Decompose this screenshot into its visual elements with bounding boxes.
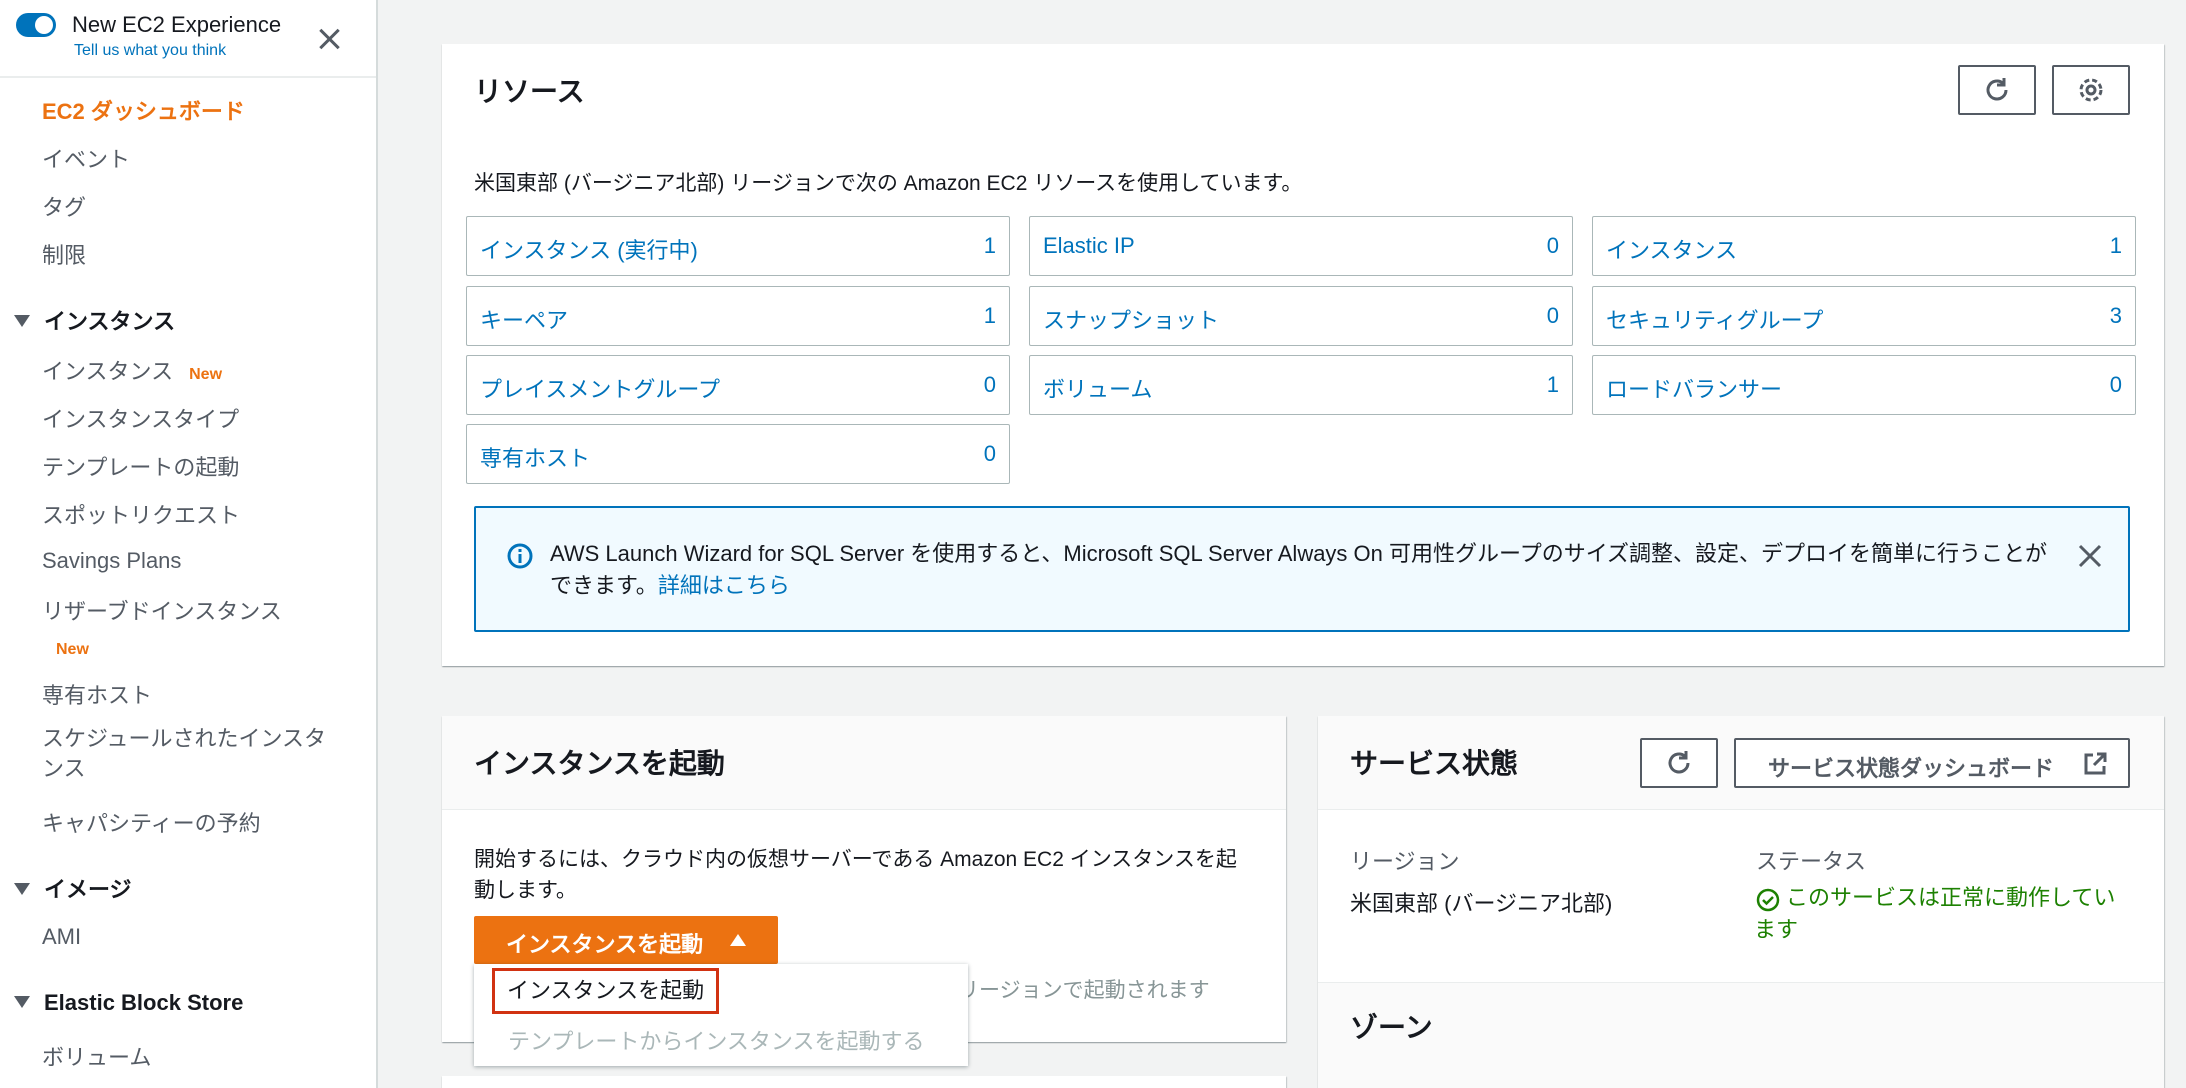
resource-count[interactable]: 0 [2110, 372, 2122, 398]
sidebar-item-ami[interactable]: AMI [42, 924, 81, 950]
resource-count[interactable]: 0 [984, 372, 996, 398]
sidebar-item-capacity-reservations[interactable]: キャパシティーの予約 [42, 806, 261, 838]
launch-title: インスタンスを起動 [474, 748, 725, 779]
resource-label[interactable]: プレイスメントグループ [480, 372, 720, 404]
external-link-icon [2084, 752, 2107, 775]
resource-label[interactable]: 専有ホスト [480, 441, 590, 473]
sidebar-item-reserved-instances[interactable]: リザーブドインスタンス [42, 594, 282, 626]
resource-label[interactable]: インスタンス (実行中) [480, 233, 698, 265]
refresh-button[interactable] [1958, 65, 2036, 115]
sidebar-item-instance-types[interactable]: インスタンスタイプ [42, 402, 239, 434]
feedback-link[interactable]: Tell us what you think [74, 42, 226, 60]
service-health-title: サービス状態 [1350, 748, 1519, 779]
new-experience-toggle[interactable] [16, 13, 56, 37]
new-badge: New [56, 634, 89, 660]
caret-down-icon [14, 883, 30, 896]
launch-description: 開始するには、クラウド内の仮想サーバーである Amazon EC2 インスタンス… [474, 848, 1237, 902]
resource-count[interactable]: 1 [2110, 233, 2122, 259]
resource-cell[interactable]: ボリューム 1 [1029, 355, 1573, 415]
resource-count[interactable]: 3 [2110, 303, 2122, 329]
resource-label[interactable]: キーペア [480, 303, 568, 335]
resource-count[interactable]: 1 [984, 303, 996, 329]
sidebar-item-spot-requests[interactable]: スポットリクエスト [42, 498, 240, 530]
close-icon[interactable] [2076, 542, 2104, 570]
zones-header [1318, 982, 2164, 1088]
experience-title: New EC2 Experience [72, 12, 282, 37]
status-label: ステータス [1756, 849, 1867, 874]
resource-label[interactable]: インスタンス [1606, 233, 1737, 265]
section-label: インスタンス [44, 309, 176, 334]
sidebar-item-dashboard[interactable]: EC2 ダッシュボード [42, 94, 245, 126]
caret-down-icon [14, 315, 30, 328]
sidebar-item-launch-templates[interactable]: テンプレートの起動 [42, 450, 239, 482]
sidebar-item-dedicated-hosts[interactable]: 専有ホスト [42, 678, 152, 710]
menu-item-launch-from-template: テンプレートからインスタンスを起動する [508, 1029, 925, 1054]
info-icon [507, 543, 533, 569]
resource-label[interactable]: セキュリティグループ [1606, 303, 1823, 335]
resources-description: 米国東部 (バージニア北部) リージョンで次の Amazon EC2 リソースを… [474, 172, 1303, 195]
new-badge-label: New [56, 641, 89, 658]
resources-header [442, 44, 2164, 176]
refresh-icon [1668, 751, 1690, 774]
section-label: イメージ [44, 877, 132, 902]
learn-more-link[interactable]: 詳細はこちら [658, 573, 790, 598]
lower-panel [442, 1076, 1286, 1088]
resource-cell[interactable]: インスタンス 1 [1592, 216, 2136, 276]
resource-cell[interactable]: キーペア 1 [466, 286, 1010, 346]
caret-up-icon [730, 934, 746, 946]
resource-cell[interactable]: ロードバランサー 0 [1592, 355, 2136, 415]
resource-cell[interactable]: インスタンス (実行中) 1 [466, 216, 1010, 276]
status-value: このサービスは正常に動作しています [1754, 885, 2116, 942]
resource-label[interactable]: Elastic IP [1043, 233, 1135, 259]
launch-region-note: リージョンで起動されます [958, 979, 1210, 1002]
resources-title: リソース [474, 76, 585, 107]
service-health-dashboard-button[interactable]: サービス状態ダッシュボード [1734, 738, 2130, 788]
refresh-icon [1986, 78, 2008, 101]
resource-label[interactable]: ロードバランサー [1606, 372, 1782, 404]
sidebar-item-volumes[interactable]: ボリューム [42, 1040, 151, 1072]
dashboard-button-label: サービス状態ダッシュボード [1768, 756, 2055, 781]
region-value: 米国東部 (バージニア北部) [1350, 891, 1613, 916]
resource-count[interactable]: 0 [1547, 233, 1559, 259]
experience-header: New EC2 Experience Tell us what you thin… [0, 0, 376, 78]
region-label: リージョン [1350, 849, 1460, 874]
sidebar-item-scheduled-instances[interactable]: スケジュールされたインスタンス [42, 724, 342, 784]
resource-cell[interactable]: プレイスメントグループ 0 [466, 355, 1010, 415]
caret-down-icon [14, 996, 30, 1009]
resource-label[interactable]: スナップショット [1043, 303, 1219, 335]
refresh-button[interactable] [1640, 738, 1718, 788]
section-label: Elastic Block Store [44, 990, 244, 1015]
resource-count[interactable]: 0 [1547, 303, 1559, 329]
sidebar-section-instances[interactable]: インスタンス [14, 304, 175, 336]
sidebar-item-label: インスタンス [42, 359, 174, 384]
sidebar-item-savings-plans[interactable]: Savings Plans [42, 548, 181, 574]
resource-cell[interactable]: スナップショット 0 [1029, 286, 1573, 346]
sidebar-section-images[interactable]: イメージ [14, 872, 132, 904]
launch-instance-button[interactable]: インスタンスを起動 [474, 916, 778, 964]
resource-label[interactable]: ボリューム [1043, 372, 1152, 404]
gear-icon [2079, 78, 2103, 102]
resource-count[interactable]: 0 [984, 441, 996, 467]
resource-cell[interactable]: Elastic IP 0 [1029, 216, 1573, 276]
sidebar-item-instances[interactable]: インスタンス New [42, 354, 222, 386]
resource-cell[interactable]: 専有ホスト 0 [466, 424, 1010, 484]
launch-button-label: インスタンスを起動 [506, 932, 704, 957]
zones-title: ゾーン [1350, 1012, 1433, 1043]
close-icon[interactable] [314, 24, 344, 54]
launch-dropdown-menu: インスタンスを起動 テンプレートからインスタンスを起動する [474, 964, 968, 1066]
settings-button[interactable] [2052, 65, 2130, 115]
menu-item-launch-instance[interactable]: インスタンスを起動 [492, 968, 720, 1014]
sidebar-section-ebs[interactable]: Elastic Block Store [14, 990, 243, 1016]
resource-count[interactable]: 1 [984, 233, 996, 259]
new-badge: New [189, 366, 223, 383]
info-message: AWS Launch Wizard for SQL Server を使用すると、… [550, 538, 2050, 602]
resource-cell[interactable]: セキュリティグループ 3 [1592, 286, 2136, 346]
sidebar: New EC2 Experience Tell us what you thin… [0, 0, 378, 1088]
sidebar-item-tags[interactable]: タグ [42, 190, 86, 222]
resource-count[interactable]: 1 [1547, 372, 1559, 398]
sidebar-item-events[interactable]: イベント [42, 142, 130, 174]
info-alert: AWS Launch Wizard for SQL Server を使用すると、… [474, 506, 2130, 632]
sidebar-item-limits[interactable]: 制限 [42, 238, 86, 270]
